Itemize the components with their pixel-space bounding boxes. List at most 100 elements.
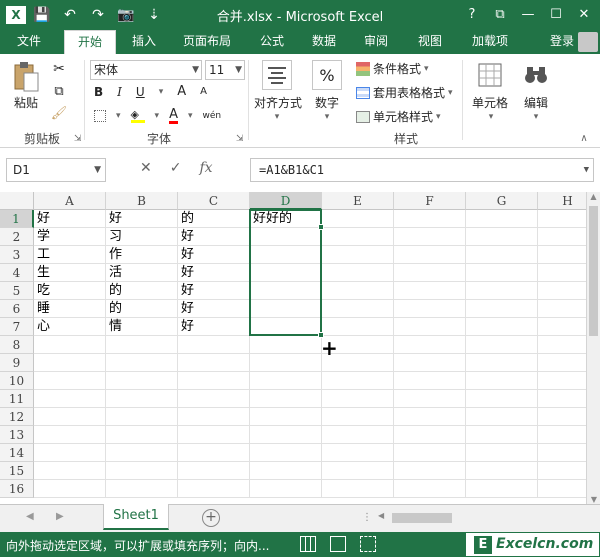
row-header-14[interactable]: 14 bbox=[0, 444, 34, 462]
cell-b15[interactable] bbox=[106, 462, 178, 480]
column-header-e[interactable]: E bbox=[322, 192, 394, 210]
name-box[interactable]: D1 ▼ bbox=[6, 158, 106, 182]
cell-g6[interactable] bbox=[466, 300, 538, 318]
page-break-view-icon[interactable] bbox=[360, 536, 376, 552]
cells-icon[interactable] bbox=[476, 60, 504, 90]
expand-formula-icon[interactable]: ▼ bbox=[584, 159, 589, 181]
copy-icon[interactable]: ⧉ bbox=[50, 82, 68, 100]
tab-file[interactable]: 文件 bbox=[0, 30, 58, 54]
chevron-down-icon[interactable]: ▾ bbox=[486, 112, 496, 122]
cell-c3[interactable]: 好 bbox=[178, 246, 250, 264]
grow-font-button[interactable]: A bbox=[177, 84, 186, 99]
row-header-9[interactable]: 9 bbox=[0, 354, 34, 372]
cell-a15[interactable] bbox=[34, 462, 106, 480]
cell-c1[interactable]: 的 bbox=[178, 210, 250, 228]
column-header-a[interactable]: A bbox=[34, 192, 106, 210]
cell-a8[interactable] bbox=[34, 336, 106, 354]
cell-a16[interactable] bbox=[34, 480, 106, 498]
horizontal-scrollbar[interactable]: ◀ bbox=[378, 511, 468, 525]
tab-formulas[interactable]: 公式 bbox=[250, 30, 294, 54]
cell-a4[interactable]: 生 bbox=[34, 264, 106, 282]
row-header-10[interactable]: 10 bbox=[0, 372, 34, 390]
cell-a2[interactable]: 学 bbox=[34, 228, 106, 246]
origin-fill-handle[interactable] bbox=[318, 224, 324, 230]
cell-a7[interactable]: 心 bbox=[34, 318, 106, 336]
cell-d10[interactable] bbox=[250, 372, 322, 390]
cell-e1[interactable] bbox=[322, 210, 394, 228]
cell-c11[interactable] bbox=[178, 390, 250, 408]
cell-d15[interactable] bbox=[250, 462, 322, 480]
column-header-g[interactable]: G bbox=[466, 192, 538, 210]
cell-e16[interactable] bbox=[322, 480, 394, 498]
cell-b6[interactable]: 的 bbox=[106, 300, 178, 318]
cell-f12[interactable] bbox=[394, 408, 466, 426]
cell-d14[interactable] bbox=[250, 444, 322, 462]
italic-button[interactable]: I bbox=[117, 85, 122, 99]
cell-f8[interactable] bbox=[394, 336, 466, 354]
cell-g1[interactable] bbox=[466, 210, 538, 228]
chevron-down-icon[interactable]: ▾ bbox=[272, 112, 282, 122]
cell-b13[interactable] bbox=[106, 426, 178, 444]
cell-g7[interactable] bbox=[466, 318, 538, 336]
cell-a12[interactable] bbox=[34, 408, 106, 426]
cell-e7[interactable] bbox=[322, 318, 394, 336]
format-painter-icon[interactable]: 🖌 bbox=[50, 104, 68, 122]
cell-c12[interactable] bbox=[178, 408, 250, 426]
cell-f3[interactable] bbox=[394, 246, 466, 264]
cell-b5[interactable]: 的 bbox=[106, 282, 178, 300]
cell-c16[interactable] bbox=[178, 480, 250, 498]
column-header-c[interactable]: C bbox=[178, 192, 250, 210]
cell-c15[interactable] bbox=[178, 462, 250, 480]
tab-page-layout[interactable]: 页面布局 bbox=[172, 30, 242, 54]
cell-d3[interactable] bbox=[250, 246, 322, 264]
row-header-16[interactable]: 16 bbox=[0, 480, 34, 498]
cell-a6[interactable]: 睡 bbox=[34, 300, 106, 318]
cell-a13[interactable] bbox=[34, 426, 106, 444]
cell-f4[interactable] bbox=[394, 264, 466, 282]
cell-a14[interactable] bbox=[34, 444, 106, 462]
cell-e15[interactable] bbox=[322, 462, 394, 480]
cut-icon[interactable]: ✂ bbox=[50, 60, 68, 78]
cell-e3[interactable] bbox=[322, 246, 394, 264]
cell-c9[interactable] bbox=[178, 354, 250, 372]
cell-d12[interactable] bbox=[250, 408, 322, 426]
row-header-5[interactable]: 5 bbox=[0, 282, 34, 300]
chevron-down-icon[interactable]: ▾ bbox=[531, 112, 541, 122]
cell-f13[interactable] bbox=[394, 426, 466, 444]
cell-b3[interactable]: 作 bbox=[106, 246, 178, 264]
cell-f2[interactable] bbox=[394, 228, 466, 246]
cell-a5[interactable]: 吃 bbox=[34, 282, 106, 300]
paste-icon[interactable] bbox=[10, 60, 42, 94]
cell-g5[interactable] bbox=[466, 282, 538, 300]
cell-e5[interactable] bbox=[322, 282, 394, 300]
tab-split-handle[interactable]: ⋮ bbox=[362, 512, 372, 523]
tab-data[interactable]: 数据 bbox=[302, 30, 346, 54]
fill-color-icon[interactable]: ◈ bbox=[130, 109, 145, 123]
cell-c7[interactable]: 好 bbox=[178, 318, 250, 336]
column-header-b[interactable]: B bbox=[106, 192, 178, 210]
binoculars-icon[interactable] bbox=[522, 60, 550, 90]
cell-f14[interactable] bbox=[394, 444, 466, 462]
ribbon-display-button[interactable]: ⧉ bbox=[486, 2, 514, 26]
page-layout-view-icon[interactable] bbox=[330, 536, 346, 552]
alignment-icon[interactable] bbox=[262, 60, 292, 90]
cell-d6[interactable] bbox=[250, 300, 322, 318]
cell-g9[interactable] bbox=[466, 354, 538, 372]
row-header-1[interactable]: 1 bbox=[0, 210, 34, 228]
cell-c5[interactable]: 好 bbox=[178, 282, 250, 300]
font-launcher-icon[interactable]: ⇲ bbox=[236, 134, 244, 144]
cell-d8[interactable] bbox=[250, 336, 322, 354]
cell-a11[interactable] bbox=[34, 390, 106, 408]
row-header-7[interactable]: 7 bbox=[0, 318, 34, 336]
cell-b10[interactable] bbox=[106, 372, 178, 390]
row-header-8[interactable]: 8 bbox=[0, 336, 34, 354]
enter-icon[interactable]: ✓ bbox=[170, 160, 182, 176]
row-header-3[interactable]: 3 bbox=[0, 246, 34, 264]
cell-c2[interactable]: 好 bbox=[178, 228, 250, 246]
tab-insert[interactable]: 插入 bbox=[120, 30, 168, 54]
bold-button[interactable]: B bbox=[94, 85, 103, 99]
cell-b9[interactable] bbox=[106, 354, 178, 372]
cell-d13[interactable] bbox=[250, 426, 322, 444]
cell-d1[interactable]: 好好的 bbox=[250, 210, 322, 228]
border-icon[interactable] bbox=[94, 110, 106, 122]
